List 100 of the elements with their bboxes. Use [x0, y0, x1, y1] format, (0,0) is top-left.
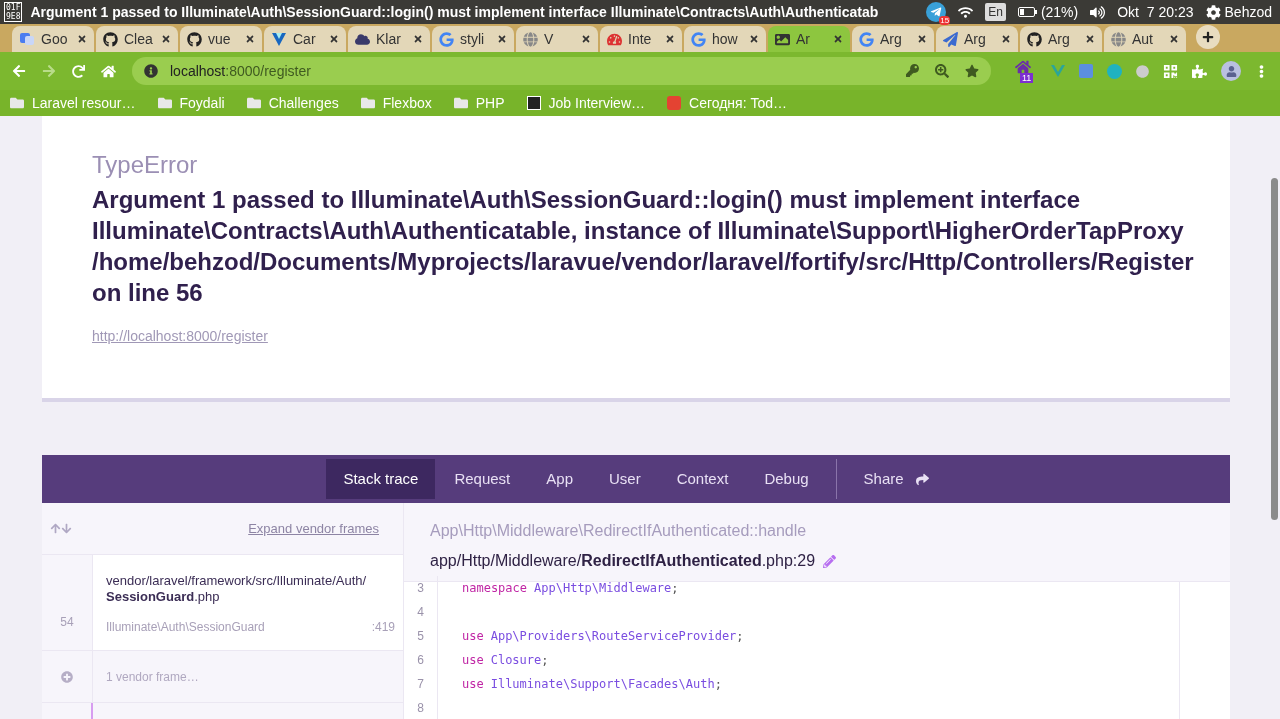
frame-line: :419 [371, 619, 395, 636]
key-icon[interactable] [906, 64, 919, 78]
error-message-line: Illuminate\Contracts\Auth\Authenticatable, instance of Illuminate\Support\HigherOrderTapProxy [92, 216, 1184, 246]
folder-icon [157, 96, 172, 110]
close-icon[interactable] [1085, 34, 1095, 44]
close-icon[interactable] [665, 34, 675, 44]
volume-icon[interactable] [1090, 4, 1106, 20]
browser-tab[interactable]: Arg [852, 26, 934, 52]
tab-title: vue [208, 29, 231, 49]
browser-tab[interactable]: Klar [348, 26, 430, 52]
browser-tab[interactable]: Arg [936, 26, 1018, 52]
folder-icon [246, 96, 261, 110]
close-icon[interactable] [917, 34, 927, 44]
wifi-icon[interactable] [958, 4, 974, 20]
paper-plane-icon [943, 31, 958, 47]
line-number: 4 [417, 604, 424, 621]
battery-level: (21%) [1040, 2, 1079, 22]
tab-title: Goo [41, 29, 68, 49]
new-tab-button[interactable] [1196, 25, 1220, 49]
close-icon[interactable] [329, 34, 339, 44]
missing-glyph-icon: 01F 9E8 [4, 2, 23, 22]
address-bar[interactable]: localhost:8000/register [132, 57, 991, 85]
user-name[interactable]: Behzod [1224, 1, 1272, 23]
google-g-icon [439, 31, 454, 47]
tab-title: Car [293, 29, 316, 49]
browser-tab[interactable]: vue [180, 26, 262, 52]
close-icon[interactable] [1001, 34, 1011, 44]
nav-tab[interactable]: Context [659, 459, 746, 499]
url-text: localhost:8000/register [170, 61, 311, 81]
error-type: TypeError [92, 150, 199, 180]
error-message-line: on line 56 [92, 278, 203, 308]
folder-icon [453, 96, 468, 110]
browser-tab[interactable]: Clea [96, 26, 178, 52]
globe-icon [1111, 31, 1126, 47]
browser-tab[interactable]: styli [432, 26, 514, 52]
clock[interactable]: Okt 7 20:23 [1117, 1, 1194, 23]
code-token: namespace [462, 581, 528, 595]
share-arrow-icon [915, 472, 929, 486]
close-icon[interactable] [413, 34, 423, 44]
extension-badge: 11 [1020, 73, 1034, 83]
browser-tab[interactable]: Ar [768, 26, 850, 52]
code-token: ; [671, 581, 679, 595]
browser-tab[interactable]: Goo [12, 26, 94, 52]
frame-number: 54 [60, 614, 74, 631]
pencil-icon[interactable] [823, 554, 837, 568]
star-icon[interactable] [965, 64, 979, 78]
scrollbar-thumb[interactable] [1271, 178, 1278, 520]
tab-title: Klar [376, 29, 401, 49]
window-title: Argument 1 passed to Illuminate\Auth\SessionGuard::login() must implement interface Illuminate\Contracts\Auth\Authenticatab [30, 2, 879, 22]
tab-title: Arg [1048, 29, 1070, 49]
browser-tab[interactable]: Arg [1020, 26, 1102, 52]
error-message-line: /home/behzod/Documents/Myprojects/laravue/vendor/laravel/fortify/src/Http/Controllers/Register [92, 247, 1194, 277]
nav-tab[interactable]: User [592, 459, 658, 499]
close-icon[interactable] [497, 34, 507, 44]
error-message-line: Argument 1 passed to Illuminate\Auth\SessionGuard::login() must implement interface [92, 185, 1081, 215]
browser-tab[interactable]: Inte [600, 26, 682, 52]
frame-file: vendor/laravel/framework/src/Illuminate/Auth/SessionGuard.php [106, 573, 368, 605]
nav-tab[interactable]: Debug [747, 459, 826, 499]
nav-tab[interactable]: App [529, 459, 590, 499]
nav-tab[interactable]: Request [437, 459, 528, 499]
battery-icon[interactable] [1017, 7, 1037, 17]
folder-icon [10, 96, 24, 110]
todo-logo-icon [667, 96, 681, 110]
close-icon[interactable] [245, 34, 255, 44]
plus-icon [1202, 31, 1214, 43]
info-icon[interactable] [144, 64, 158, 78]
tab-title: Ar [796, 29, 810, 49]
code-token: use [462, 677, 484, 691]
tab-title: Arg [964, 29, 986, 49]
stack-frame[interactable]: 54 vendor/laravel/framework/src/Illuminate/Auth/SessionGuard.php Illuminate\Auth\SessionGuard :419 [42, 555, 403, 651]
close-icon[interactable] [749, 34, 759, 44]
avatar-icon[interactable] [1221, 61, 1241, 81]
close-icon[interactable] [833, 34, 843, 44]
close-icon[interactable] [581, 34, 591, 44]
code-token: Closure [490, 653, 542, 667]
close-icon[interactable] [77, 34, 87, 44]
google-g-icon [859, 31, 874, 47]
browser-tab[interactable]: how [684, 26, 766, 52]
close-icon[interactable] [1169, 34, 1179, 44]
nav-tab[interactable]: Stack trace [326, 459, 436, 499]
square-logo-icon [526, 96, 541, 110]
keyboard-layout[interactable]: En [985, 3, 1006, 21]
google-g-icon [691, 31, 706, 47]
image-icon [775, 31, 790, 47]
line-number: 5 [417, 628, 424, 645]
close-icon[interactable] [161, 34, 171, 44]
line-number: 8 [417, 700, 424, 717]
tab-title: Inte [628, 29, 652, 49]
line-number: 7 [417, 676, 424, 693]
browser-tab[interactable]: Aut [1104, 26, 1186, 52]
browser-tab[interactable]: V [516, 26, 598, 52]
browser-tab[interactable]: Car [264, 26, 346, 52]
zoom-icon[interactable] [935, 64, 949, 78]
frame-class: Illuminate\Auth\SessionGuard [106, 619, 265, 636]
github-cat-icon [187, 31, 202, 47]
share-button[interactable]: Share [846, 459, 946, 499]
settings-icon[interactable] [1205, 4, 1221, 20]
tab-title: Clea [124, 29, 153, 49]
tab-title: Arg [880, 29, 902, 49]
telegram-icon[interactable] [926, 2, 947, 22]
